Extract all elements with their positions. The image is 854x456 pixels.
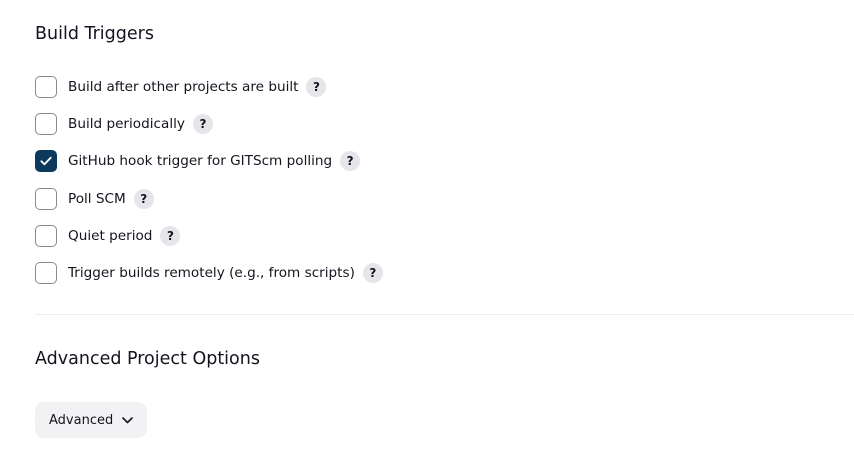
help-icon[interactable]: ? (192, 114, 213, 135)
advanced-button[interactable]: Advanced (35, 402, 148, 438)
checkmark-icon (40, 157, 52, 166)
page: Build Triggers Build after other project… (0, 0, 854, 456)
trigger-row-trigger-builds-remotely: Trigger builds remotely (e.g., from scri… (35, 261, 735, 284)
build-triggers-heading: Build Triggers (35, 24, 154, 44)
quiet-period-label[interactable]: Quiet period (68, 228, 152, 244)
quiet-period-checkbox[interactable] (35, 224, 57, 247)
github-hook-trigger-label[interactable]: GitHub hook trigger for GITScm polling (68, 153, 332, 169)
help-icon[interactable]: ? (306, 77, 327, 97)
build-periodically-label[interactable]: Build periodically (68, 116, 185, 132)
chevron-down-icon (122, 416, 134, 424)
help-icon[interactable]: ? (133, 188, 154, 209)
github-hook-trigger-checkbox[interactable] (35, 150, 57, 173)
trigger-builds-remotely-label[interactable]: Trigger builds remotely (e.g., from scri… (68, 265, 355, 281)
build-periodically-checkbox[interactable] (35, 113, 57, 136)
advanced-button-label: Advanced (49, 412, 114, 428)
advanced-project-options-heading: Advanced Project Options (35, 349, 260, 369)
poll-scm-label[interactable]: Poll SCM (68, 191, 126, 207)
help-icon[interactable]: ? (362, 262, 383, 283)
help-icon[interactable]: ? (160, 225, 181, 246)
section-divider (35, 314, 854, 315)
trigger-row-build-after-other-projects: Build after other projects are built ? (35, 76, 735, 98)
build-after-other-projects-label[interactable]: Build after other projects are built (68, 79, 298, 95)
trigger-row-poll-scm: Poll SCM ? (35, 187, 735, 210)
help-icon[interactable]: ? (340, 151, 361, 172)
trigger-row-build-periodically: Build periodically ? (35, 113, 735, 136)
poll-scm-checkbox[interactable] (35, 187, 57, 210)
trigger-row-github-hook: GitHub hook trigger for GITScm polling ? (35, 150, 735, 173)
trigger-row-quiet-period: Quiet period ? (35, 224, 735, 247)
build-after-other-projects-checkbox[interactable] (35, 76, 57, 98)
trigger-builds-remotely-checkbox[interactable] (35, 261, 57, 284)
build-triggers-list: Build after other projects are built ? B… (35, 76, 735, 299)
